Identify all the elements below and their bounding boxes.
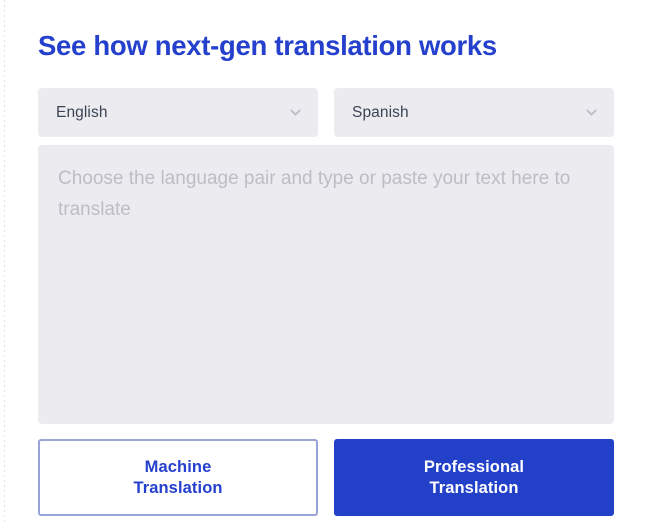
target-language-select[interactable]: Spanish — [334, 88, 614, 137]
page-title: See how next-gen translation works — [38, 30, 497, 61]
action-buttons-row: Machine Translation Professional Transla… — [38, 439, 614, 516]
professional-translation-label-line2: Translation — [429, 478, 519, 497]
professional-translation-label-line1: Professional — [423, 457, 525, 476]
professional-translation-button[interactable]: Professional Translation — [334, 439, 614, 516]
chevron-down-icon — [586, 109, 597, 116]
chevron-down-icon — [290, 109, 301, 116]
target-language-value: Spanish — [352, 103, 409, 121]
translation-widget: See how next-gen translation works Engli… — [38, 0, 614, 524]
translation-input[interactable] — [38, 145, 614, 424]
left-edge-guide — [4, 0, 5, 524]
source-language-value: English — [56, 103, 108, 121]
machine-translation-label-line2: Translation — [133, 478, 223, 497]
machine-translation-label-line1: Machine — [144, 457, 212, 476]
language-pair-row: English Spanish — [38, 88, 614, 137]
machine-translation-button[interactable]: Machine Translation — [38, 439, 318, 516]
source-language-select[interactable]: English — [38, 88, 318, 137]
